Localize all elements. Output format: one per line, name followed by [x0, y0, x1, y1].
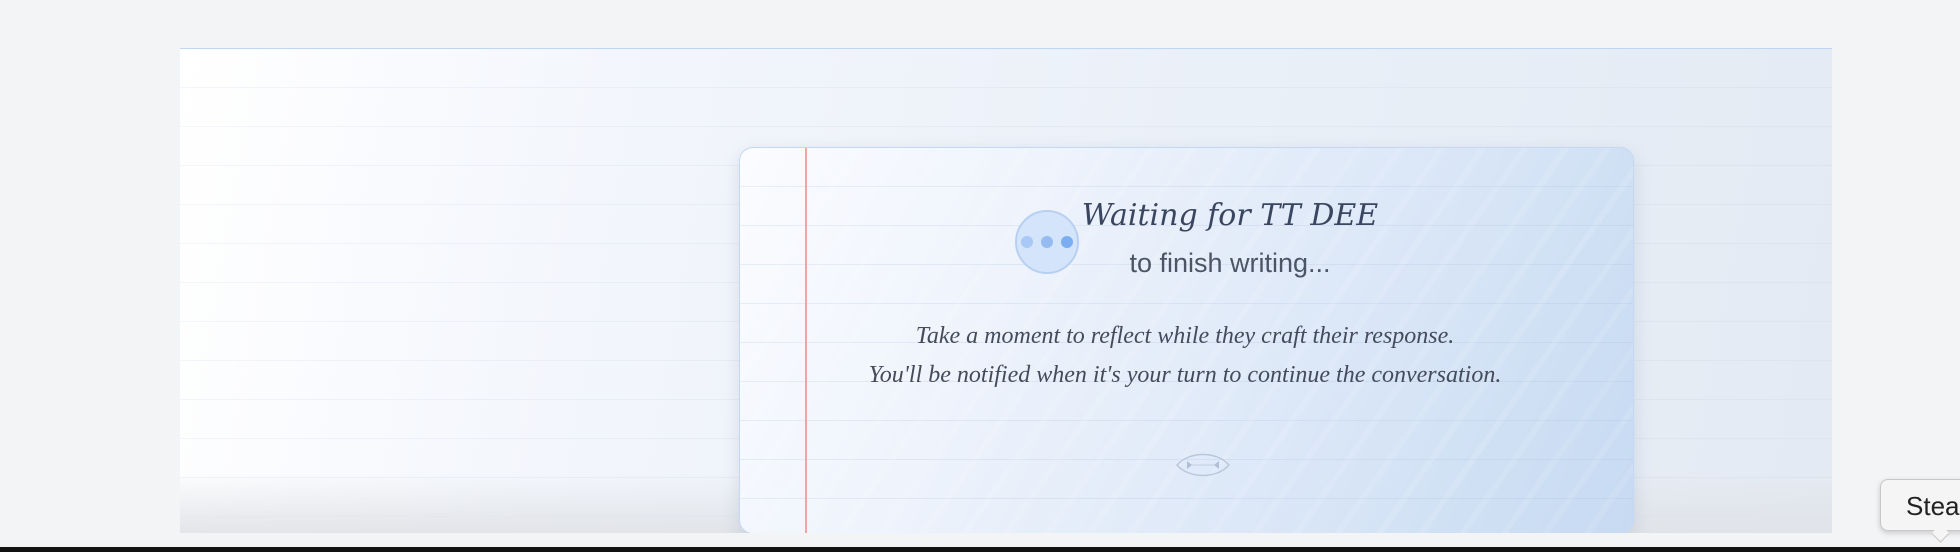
reflection-message: Take a moment to reflect while they craf…	[915, 323, 1455, 349]
waiting-card: Waiting for TT DEE to finish writing... …	[739, 147, 1634, 533]
notification-message: You'll be notified when it's your turn t…	[868, 362, 1502, 388]
typing-dot	[1041, 236, 1053, 248]
typing-dot	[1021, 236, 1033, 248]
waiting-title: Waiting for TT DEE	[1081, 198, 1379, 233]
tooltip: Stea	[1880, 479, 1960, 531]
typing-dot	[1061, 236, 1073, 248]
taskbar-edge	[0, 547, 1960, 552]
conversation-waiting-area: Waiting for TT DEE to finish writing... …	[180, 48, 1832, 533]
leaf-ornament-icon	[1176, 453, 1230, 477]
typing-dots-icon	[1015, 210, 1079, 274]
waiting-subtitle: to finish writing...	[1129, 248, 1331, 278]
